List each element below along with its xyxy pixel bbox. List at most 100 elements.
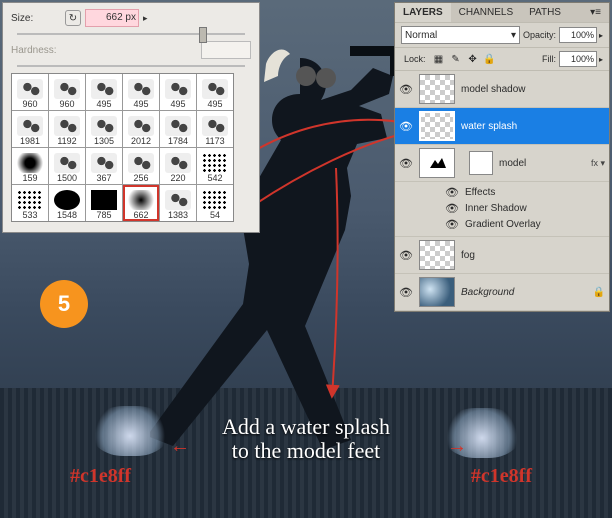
brush-preset[interactable]: 960 <box>49 74 85 110</box>
layer-name: model shadow <box>461 84 605 95</box>
brush-preset[interactable]: 1548 <box>49 185 85 221</box>
hex-label-left: #c1e8ff <box>70 465 131 488</box>
hardness-slider[interactable] <box>17 65 245 67</box>
reset-size-button[interactable]: ↻ <box>65 10 81 26</box>
brush-preset[interactable]: 1383 <box>160 185 196 221</box>
visibility-toggle[interactable]: 👁 <box>399 156 413 170</box>
effect-item[interactable]: Inner Shadow <box>465 203 527 214</box>
brush-preset[interactable]: 1173 <box>197 111 233 147</box>
brush-preset[interactable]: 495 <box>123 74 159 110</box>
brush-preset[interactable]: 54 <box>197 185 233 221</box>
brush-preset[interactable]: 2012 <box>123 111 159 147</box>
opacity-label: Opacity: <box>523 30 556 40</box>
visibility-toggle[interactable]: 👁 <box>445 201 459 215</box>
layer-row[interactable]: 👁modelfx ▾ <box>395 145 609 182</box>
layer-name: Background <box>461 287 587 298</box>
brush-size-label: 1784 <box>168 136 188 146</box>
size-input[interactable]: 662 px <box>85 9 139 27</box>
brush-size-label: 495 <box>170 99 185 109</box>
brush-preset[interactable]: 495 <box>160 74 196 110</box>
blend-mode-select[interactable]: Normal▾ <box>401 26 520 44</box>
layer-thumbnail[interactable] <box>419 148 455 178</box>
brush-preset[interactable]: 533 <box>12 185 48 221</box>
hex-label-right: #c1e8ff <box>471 465 532 488</box>
visibility-toggle[interactable]: 👁 <box>399 82 413 96</box>
step-badge: 5 <box>40 280 88 328</box>
brush-preset[interactable]: 1305 <box>86 111 122 147</box>
arrow-right-icon: → <box>447 435 467 458</box>
brush-preset[interactable]: 1981 <box>12 111 48 147</box>
layer-effects-list: 👁 Effects 👁 Inner Shadow 👁 Gradient Overlay <box>395 182 609 237</box>
visibility-toggle[interactable]: 👁 <box>445 217 459 231</box>
lock-pixels-icon[interactable]: ✎ <box>450 53 462 65</box>
blend-mode-value: Normal <box>405 30 437 41</box>
brush-preset[interactable]: 495 <box>86 74 122 110</box>
brush-size-label: 495 <box>133 99 148 109</box>
tutorial-canvas: 5 Add a water splash to the model feet ←… <box>0 0 612 518</box>
layer-thumbnail[interactable] <box>419 277 455 307</box>
brush-settings-panel: Size: ↻ 662 px ▸ Hardness: 9609604954954… <box>2 2 260 233</box>
brush-size-label: 367 <box>96 173 111 183</box>
layer-name: fog <box>461 250 605 261</box>
brush-size-label: 960 <box>22 99 37 109</box>
hardness-input[interactable] <box>201 41 251 59</box>
tab-paths[interactable]: PATHS <box>521 3 569 22</box>
tab-channels[interactable]: CHANNELS <box>451 3 521 22</box>
visibility-toggle[interactable]: 👁 <box>399 119 413 133</box>
layers-panel: LAYERS CHANNELS PATHS ▾≡ Normal▾ Opacity… <box>394 2 610 312</box>
brush-preset[interactable]: 1192 <box>49 111 85 147</box>
step-number: 5 <box>58 291 70 317</box>
tab-layers[interactable]: LAYERS <box>395 3 451 22</box>
brush-size-label: 1548 <box>57 210 77 220</box>
lock-transparent-icon[interactable]: ▦ <box>433 53 445 65</box>
brush-preset[interactable]: 542 <box>197 148 233 184</box>
fill-label: Fill: <box>542 54 556 64</box>
layer-mask-thumbnail[interactable] <box>469 151 493 175</box>
layer-row[interactable]: 👁water splash <box>395 108 609 145</box>
layer-list: 👁model shadow👁water splash👁modelfx ▾👁Eff… <box>395 70 609 311</box>
opacity-flyout-icon[interactable]: ▸ <box>599 31 603 40</box>
brush-preset[interactable]: 960 <box>12 74 48 110</box>
brush-preset[interactable]: 256 <box>123 148 159 184</box>
panel-menu-button[interactable]: ▾≡ <box>582 3 609 22</box>
brush-preset[interactable]: 495 <box>197 74 233 110</box>
layer-row[interactable]: 👁Background🔒 <box>395 274 609 311</box>
size-label: Size: <box>11 13 65 24</box>
brush-size-label: 159 <box>22 173 37 183</box>
layer-thumbnail[interactable] <box>419 111 455 141</box>
layer-row[interactable]: 👁 fog <box>395 237 609 274</box>
brush-size-label: 542 <box>207 173 222 183</box>
brush-size-label: 220 <box>170 173 185 183</box>
brush-size-label: 54 <box>210 210 220 220</box>
brush-size-label: 960 <box>59 99 74 109</box>
brush-preset[interactable]: 1500 <box>49 148 85 184</box>
caption-text: Add a water splash to the model feet <box>0 415 612 463</box>
brush-size-label: 495 <box>96 99 111 109</box>
effects-heading: Effects <box>465 187 495 198</box>
visibility-toggle[interactable]: 👁 <box>445 185 459 199</box>
brush-preset[interactable]: 662 <box>123 185 159 221</box>
brush-preset[interactable]: 220 <box>160 148 196 184</box>
brush-size-label: 533 <box>22 210 37 220</box>
fill-input[interactable]: 100% <box>559 51 597 67</box>
layer-thumbnail[interactable] <box>419 240 455 270</box>
layer-thumbnail[interactable] <box>419 74 455 104</box>
visibility-toggle[interactable]: 👁 <box>399 248 413 262</box>
fill-flyout-icon[interactable]: ▸ <box>599 55 603 64</box>
visibility-toggle[interactable]: 👁 <box>399 285 413 299</box>
lock-all-icon[interactable]: 🔒 <box>484 53 496 65</box>
brush-preset[interactable]: 367 <box>86 148 122 184</box>
brush-preset-grid: 960 960 495 495 495 495 198111921305 2012 1784 11… <box>11 73 234 222</box>
size-slider[interactable] <box>17 33 245 35</box>
brush-preset[interactable]: 159 <box>12 148 48 184</box>
opacity-input[interactable]: 100% <box>559 27 597 43</box>
brush-preset[interactable]: 1784 <box>160 111 196 147</box>
lock-label: Lock: <box>404 54 426 64</box>
effect-item[interactable]: Gradient Overlay <box>465 219 541 230</box>
fx-badge[interactable]: fx ▾ <box>591 158 605 169</box>
layer-row[interactable]: 👁 model shadow <box>395 71 609 108</box>
brush-size-label: 2012 <box>131 136 151 146</box>
brush-preset[interactable]: 785 <box>86 185 122 221</box>
lock-position-icon[interactable]: ✥ <box>467 53 479 65</box>
size-flyout-button[interactable]: ▸ <box>143 13 153 23</box>
